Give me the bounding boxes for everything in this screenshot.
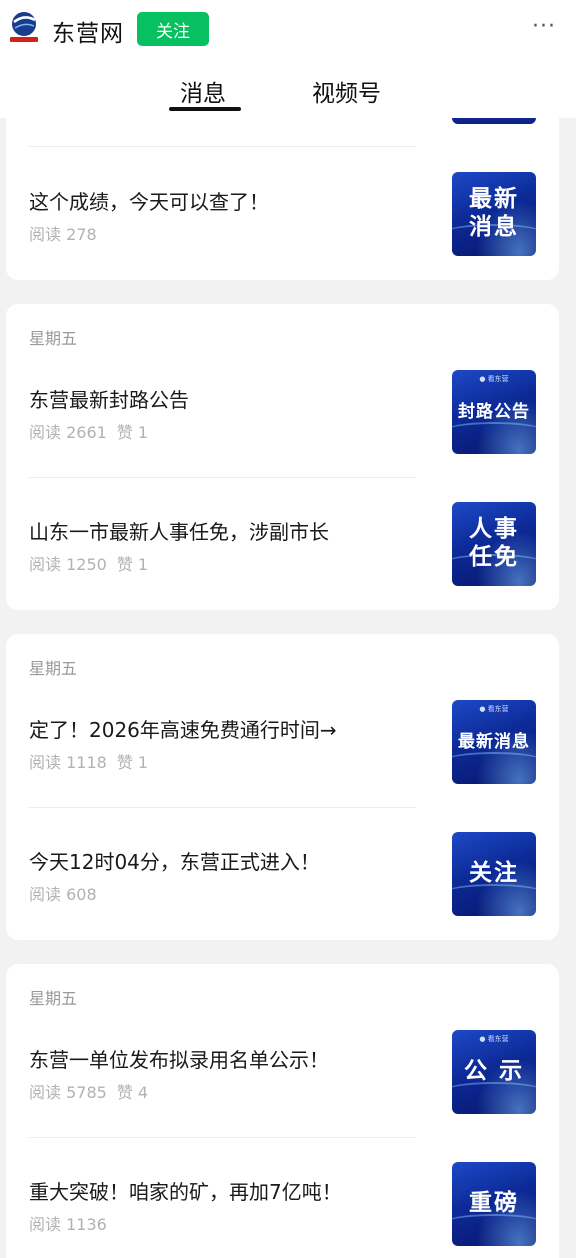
article-title[interactable]: 东营一单位发布拟录用名单公示！ — [29, 1044, 329, 1073]
thumbnail-label: 人事 任免 — [469, 516, 519, 570]
divider — [29, 1137, 416, 1138]
divider — [29, 146, 416, 147]
article-title[interactable]: 定了！2026年高速免费通行时间→ — [29, 714, 337, 743]
message-group: 星期五 东营最新封路公告 阅读 2661 赞 1 ● 看东营 封路公告 山东一市最… — [6, 304, 559, 610]
article-thumbnail[interactable]: 最新 消息 — [452, 172, 536, 256]
like-count: 赞 1 — [116, 753, 149, 772]
article-stats: 阅读 2661 赞 1 — [29, 419, 148, 443]
tab-video-channel[interactable]: 视频号 — [312, 74, 381, 108]
article-thumbnail[interactable]: ● 看东营 公 示 — [452, 1030, 536, 1114]
active-tab-indicator — [169, 107, 241, 111]
read-count: 阅读 2661 — [29, 423, 107, 442]
article-thumbnail[interactable]: 重磅 — [452, 1162, 536, 1246]
article-title[interactable]: 今天12时04分，东营正式进入！ — [29, 846, 320, 875]
like-count: 赞 1 — [116, 555, 149, 574]
article-stats: 阅读 1136 — [29, 1211, 117, 1235]
thumbnail-label: 封路公告 — [458, 401, 530, 422]
read-count: 阅读 5785 — [29, 1083, 107, 1102]
read-count: 阅读 1136 — [29, 1215, 107, 1234]
article-stats: 阅读 278 — [29, 221, 97, 245]
article-thumbnail[interactable]: ● 看东营 最新消息 — [452, 700, 536, 784]
dongying-net-logo — [10, 12, 38, 42]
thumbnail-label: 最新消息 — [458, 731, 530, 752]
thumbnail-label: 最新 消息 — [469, 186, 519, 240]
thumbnail-badge: ● 看东营 — [479, 705, 509, 713]
divider — [29, 477, 416, 478]
article-stats: 阅读 5785 赞 4 — [29, 1079, 148, 1103]
article-title[interactable]: 重大突破！咱家的矿，再加7亿吨！ — [29, 1176, 342, 1205]
message-group: 星期五 定了！2026年高速免费通行时间→ 阅读 1118 赞 1 ● 看东营 最… — [6, 634, 559, 940]
article-thumbnail[interactable]: 关注 — [452, 832, 536, 916]
more-dots-icon[interactable]: ··· — [532, 14, 556, 39]
article-stats: 阅读 1118 赞 1 — [29, 749, 148, 773]
read-count: 阅读 1250 — [29, 555, 107, 574]
article-title[interactable]: 这个成绩，今天可以查了！ — [29, 186, 269, 215]
account-header: 东营网 关注 ··· 消息 视频号 — [0, 0, 576, 118]
read-count: 阅读 608 — [29, 885, 97, 904]
thumbnail-label: 公 示 — [463, 1058, 524, 1085]
article-title[interactable]: 东营最新封路公告 — [29, 384, 189, 413]
group-date: 星期五 — [29, 989, 78, 1008]
article-thumbnail[interactable]: ● 看东营 封路公告 — [452, 370, 536, 454]
divider — [29, 807, 416, 808]
read-count: 阅读 278 — [29, 225, 97, 244]
like-count: 赞 4 — [116, 1083, 149, 1102]
like-count: 赞 1 — [116, 423, 149, 442]
article-stats: 阅读 1250 赞 1 — [29, 551, 148, 575]
message-group: 星期五 东营一单位发布拟录用名单公示！ 阅读 5785 赞 4 ● 看东营 公 示… — [6, 964, 559, 1258]
group-date: 星期五 — [29, 659, 78, 678]
tab-messages[interactable]: 消息 — [180, 74, 226, 108]
article-stats: 阅读 608 — [29, 881, 107, 905]
thumbnail-badge: ● 看东营 — [479, 1035, 509, 1043]
group-date: 星期五 — [29, 329, 78, 348]
thumbnail-label: 重磅 — [469, 1190, 519, 1217]
thumbnail-badge: ● 看东营 — [479, 375, 509, 383]
follow-button[interactable]: 关注 — [137, 12, 209, 46]
thumbnail-label: 关注 — [469, 860, 519, 887]
article-title[interactable]: 山东一市最新人事任免，涉副市长 — [29, 516, 329, 545]
read-count: 阅读 1118 — [29, 753, 107, 772]
account-name[interactable]: 东营网 — [52, 14, 124, 48]
article-thumbnail[interactable]: 人事 任免 — [452, 502, 536, 586]
